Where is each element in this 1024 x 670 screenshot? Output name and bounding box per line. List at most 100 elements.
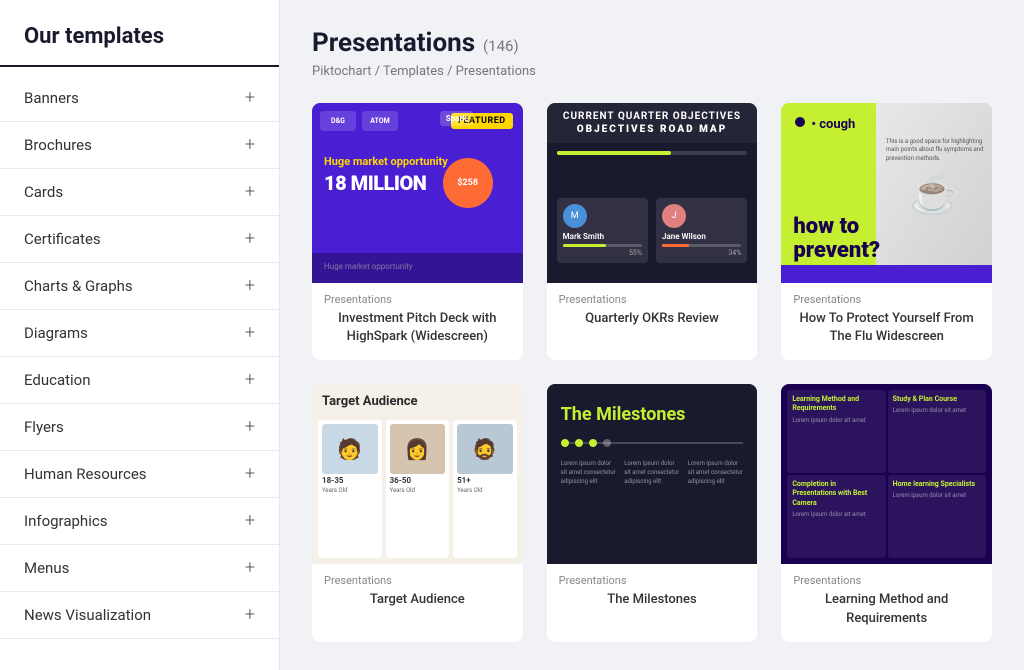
person-stat-1: 18-35Years Old xyxy=(322,476,378,494)
flu-title: how toprevent? xyxy=(793,215,880,263)
sidebar-expand-icon-certificates: + xyxy=(245,230,255,248)
template-info-5: Presentations The Milestones xyxy=(547,564,758,623)
sidebar-item-charts-graphs[interactable]: Charts & Graphs + xyxy=(0,263,279,310)
template-category-1: Presentations xyxy=(324,293,511,306)
template-category-4: Presentations xyxy=(324,574,511,587)
learning-cell-4: Home learning Specialists Lorem ipsum do… xyxy=(888,475,986,558)
person-figure-2: 👩 xyxy=(390,424,446,474)
sidebar-item-cards[interactable]: Cards + xyxy=(0,169,279,216)
template-card-flu[interactable]: ☕ • cough This is a good space for highl… xyxy=(781,103,992,360)
milestones-content: Lorem ipsum dolor sit amet consectetur a… xyxy=(561,459,744,554)
breadcrumb: Piktochart / Templates / Presentations xyxy=(312,64,992,79)
main-header: Presentations (146) Piktochart / Templat… xyxy=(312,28,992,79)
sidebar-expand-icon-charts-graphs: + xyxy=(245,277,255,295)
timeline-bar xyxy=(557,151,748,155)
okrs-roadmap: OBJECTIVES ROAD MAP xyxy=(557,124,748,135)
sidebar-label-cards: Cards xyxy=(24,183,63,201)
milestones-title: The Milestones xyxy=(561,404,686,425)
person-name-1: Mark Smith xyxy=(563,232,642,241)
learning-cell-2: Study & Plan Course Lorem ipsum dolor si… xyxy=(888,390,986,473)
learning-grid: Learning Method and Requirements Lorem i… xyxy=(781,384,992,564)
big-number: 18 MILLION xyxy=(324,171,426,195)
learning-cell-3: Completion in Presentations with Best Ca… xyxy=(787,475,885,558)
market-label: Huge market opportunity xyxy=(324,155,448,168)
milestone-col-3: Lorem ipsum dolor sit amet consectetur a… xyxy=(688,459,744,554)
template-name-2: Quarterly OKRs Review xyxy=(559,310,746,328)
sidebar-label-news-visualization: News Visualization xyxy=(24,606,151,624)
sidebar-expand-icon-diagrams: + xyxy=(245,324,255,342)
cell-title-4: Home learning Specialists xyxy=(893,480,981,489)
template-card-milestones[interactable]: The Milestones Lorem ipsum dolor sit ame… xyxy=(547,384,758,641)
logo-dg: D&G xyxy=(320,111,356,131)
cell-text-4: Lorem ipsum dolor sit amet xyxy=(893,492,981,500)
sidebar-label-education: Education xyxy=(24,371,91,389)
sidebar-expand-icon-brochures: + xyxy=(245,136,255,154)
progress-fill-1 xyxy=(563,244,607,247)
sidebar-label-charts-graphs: Charts & Graphs xyxy=(24,277,133,295)
template-info-1: Presentations Investment Pitch Deck with… xyxy=(312,283,523,360)
person-name-2: Jane Wilson xyxy=(662,232,741,241)
cell-text-3: Lorem ipsum dolor sit amet xyxy=(792,511,880,519)
okrs-subtitle: CURRENT QUARTER OBJECTIVES xyxy=(557,111,748,122)
person-stat-3: 51+Years Old xyxy=(457,476,513,494)
template-info-2: Presentations Quarterly OKRs Review xyxy=(547,283,758,342)
template-card-target-audience[interactable]: Target Audience 🧑 18-35Years Old 👩 36-50… xyxy=(312,384,523,641)
template-name-3: How To Protect Yourself From The Flu Wid… xyxy=(793,310,980,346)
cell-text-2: Lorem ipsum dolor sit amet xyxy=(893,407,981,415)
cough-label: • cough xyxy=(811,117,855,132)
template-category-6: Presentations xyxy=(793,574,980,587)
sidebar-expand-icon-news-visualization: + xyxy=(245,606,255,624)
sidebar-item-infographics[interactable]: Infographics + xyxy=(0,498,279,545)
dot-2 xyxy=(575,439,583,447)
template-card-learning[interactable]: Learning Method and Requirements Lorem i… xyxy=(781,384,992,641)
flu-dot xyxy=(795,117,805,127)
sidebar-item-menus[interactable]: Menus + xyxy=(0,545,279,592)
template-name-5: The Milestones xyxy=(559,591,746,609)
avatar-mark: M xyxy=(563,204,587,228)
template-category-2: Presentations xyxy=(559,293,746,306)
sidebar-label-brochures: Brochures xyxy=(24,136,92,154)
target-title: Target Audience xyxy=(322,394,418,409)
sidebar: Our templates Banners + Brochures + Card… xyxy=(0,0,280,670)
audience-person-1: 🧑 18-35Years Old xyxy=(318,420,382,558)
value-circle: $258 xyxy=(443,158,493,208)
milestone-col-1: Lorem ipsum dolor sit amet consectetur a… xyxy=(561,459,617,554)
template-thumb-5: The Milestones Lorem ipsum dolor sit ame… xyxy=(547,384,758,564)
sidebar-item-news-visualization[interactable]: News Visualization + xyxy=(0,592,279,639)
spark-label: Spark xyxy=(440,111,473,126)
cell-title-3: Completion in Presentations with Best Ca… xyxy=(792,480,880,507)
person-figure-3: 🧔 xyxy=(457,424,513,474)
template-category-3: Presentations xyxy=(793,293,980,306)
sidebar-label-diagrams: Diagrams xyxy=(24,324,88,342)
cell-text-1: Lorem ipsum dolor sit amet xyxy=(792,417,880,425)
page-title-text: Presentations xyxy=(312,28,475,58)
dot-4 xyxy=(603,439,611,447)
sidebar-label-flyers: Flyers xyxy=(24,418,64,436)
sidebar-item-human-resources[interactable]: Human Resources + xyxy=(0,451,279,498)
sidebar-item-diagrams[interactable]: Diagrams + xyxy=(0,310,279,357)
template-name-1: Investment Pitch Deck with HighSpark (Wi… xyxy=(324,310,511,346)
flu-purple-bar xyxy=(781,265,992,283)
sidebar-label-human-resources: Human Resources xyxy=(24,465,147,483)
sidebar-label-menus: Menus xyxy=(24,559,69,577)
flu-description: This is a good space for highlighting ma… xyxy=(886,138,987,163)
progress-fill-2 xyxy=(662,244,689,247)
template-card-quarterly-okrs[interactable]: CURRENT QUARTER OBJECTIVES OBJECTIVES RO… xyxy=(547,103,758,360)
sidebar-item-banners[interactable]: Banners + xyxy=(0,75,279,122)
template-name-4: Target Audience xyxy=(324,591,511,609)
okrs-header: CURRENT QUARTER OBJECTIVES OBJECTIVES RO… xyxy=(547,103,758,143)
templates-grid: D&G ATOM FEATURED Spark Huge market oppo… xyxy=(312,103,992,642)
sidebar-item-flyers[interactable]: Flyers + xyxy=(0,404,279,451)
sidebar-expand-icon-flyers: + xyxy=(245,418,255,436)
person-card-1: M Mark Smith 55% xyxy=(557,198,648,263)
sidebar-expand-icon-cards: + xyxy=(245,183,255,201)
sidebar-expand-icon-banners: + xyxy=(245,89,255,107)
sidebar-item-brochures[interactable]: Brochures + xyxy=(0,122,279,169)
thumb-logos: D&G ATOM xyxy=(320,111,398,131)
audience-person-2: 👩 36-50Years Old xyxy=(386,420,450,558)
sidebar-item-certificates[interactable]: Certificates + xyxy=(0,216,279,263)
avatar-jane: J xyxy=(662,204,686,228)
sidebar-item-education[interactable]: Education + xyxy=(0,357,279,404)
template-card-investment-pitch[interactable]: D&G ATOM FEATURED Spark Huge market oppo… xyxy=(312,103,523,360)
template-thumb-4: Target Audience 🧑 18-35Years Old 👩 36-50… xyxy=(312,384,523,564)
